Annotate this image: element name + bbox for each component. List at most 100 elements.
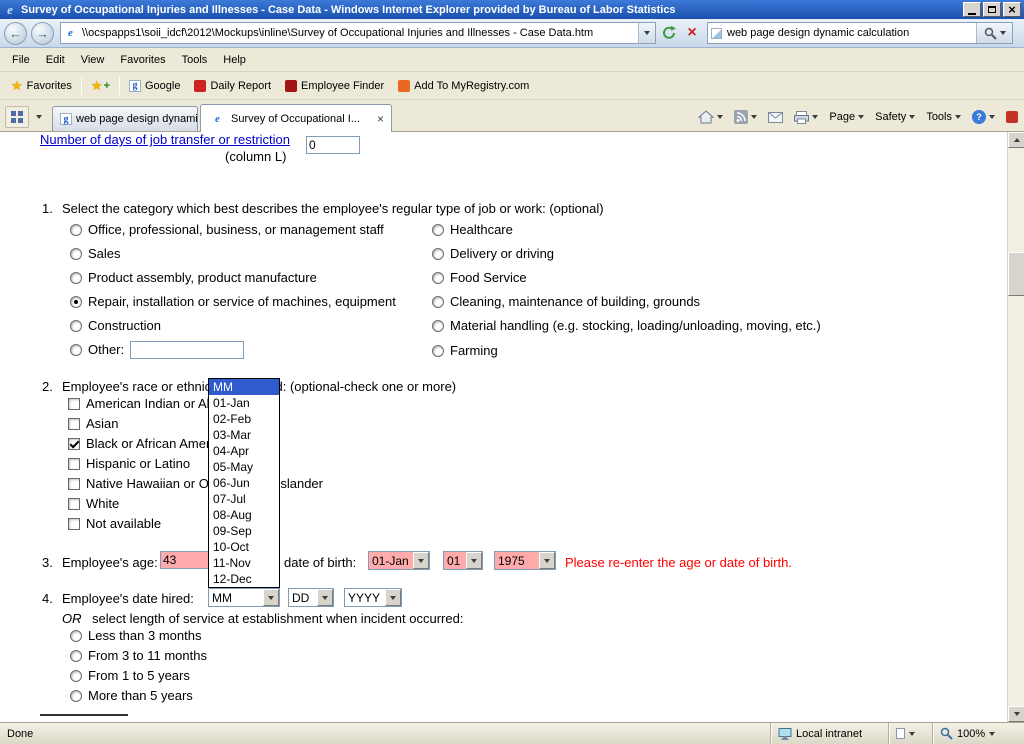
- scrollbar-thumb[interactable]: [1008, 252, 1024, 296]
- radio-option-farming[interactable]: Farming: [432, 343, 498, 358]
- radio-option-product-assembly[interactable]: Product assembly, product manufacture: [70, 270, 317, 285]
- address-input[interactable]: [80, 23, 638, 43]
- favorites-link-myregistry[interactable]: Add To MyRegistry.com: [391, 77, 536, 95]
- select-dropdown-button[interactable]: [385, 589, 401, 606]
- radio-option-cleaning[interactable]: Cleaning, maintenance of building, groun…: [432, 294, 700, 309]
- select-dropdown-button[interactable]: [539, 552, 555, 569]
- checkbox-option-not-available[interactable]: Not available: [68, 516, 161, 531]
- checkbox-option-native-hawaiian[interactable]: Native Hawaiian or Other Pacific Islande…: [68, 476, 323, 491]
- radio-option-healthcare[interactable]: Healthcare: [432, 222, 513, 237]
- minimize-button[interactable]: [963, 2, 981, 17]
- dob-year-select[interactable]: 1975: [494, 551, 556, 570]
- radio-button[interactable]: [432, 296, 444, 308]
- menu-help[interactable]: Help: [215, 51, 254, 69]
- search-box[interactable]: [707, 22, 1013, 44]
- favorites-button[interactable]: Favorites: [4, 77, 79, 95]
- radio-button[interactable]: [432, 224, 444, 236]
- radio-option-material-handling[interactable]: Material handling (e.g. stocking, loadin…: [432, 318, 821, 333]
- radio-option-less-3-months[interactable]: Less than 3 months: [70, 628, 201, 643]
- dropdown-item-oct[interactable]: 10-Oct: [209, 539, 279, 555]
- menu-tools[interactable]: Tools: [174, 51, 216, 69]
- select-dropdown-button[interactable]: [263, 589, 279, 606]
- checkbox[interactable]: [68, 418, 80, 430]
- zoom-control[interactable]: 100%: [932, 723, 1024, 744]
- feeds-button[interactable]: [730, 107, 761, 127]
- radio-option-other[interactable]: Other:: [70, 342, 124, 357]
- dropdown-item-jun[interactable]: 06-Jun: [209, 475, 279, 491]
- forward-button[interactable]: [31, 22, 54, 45]
- radio-option-1-to-5-years[interactable]: From 1 to 5 years: [70, 668, 190, 683]
- radio-button[interactable]: [70, 650, 82, 662]
- radio-button[interactable]: [432, 320, 444, 332]
- radio-option-office[interactable]: Office, professional, business, or manag…: [70, 222, 384, 237]
- radio-option-delivery[interactable]: Delivery or driving: [432, 246, 554, 261]
- checkbox[interactable]: [68, 498, 80, 510]
- radio-option-sales[interactable]: Sales: [70, 246, 121, 261]
- radio-button[interactable]: [70, 630, 82, 642]
- print-button[interactable]: [790, 108, 822, 127]
- checkbox[interactable]: [68, 518, 80, 530]
- radio-button[interactable]: [70, 248, 82, 260]
- dob-month-select[interactable]: 01-Jan: [368, 551, 430, 570]
- home-button[interactable]: [694, 107, 727, 127]
- radio-option-3-to-11-months[interactable]: From 3 to 11 months: [70, 648, 207, 663]
- checkbox[interactable]: [68, 458, 80, 470]
- security-zone-pane[interactable]: Local intranet: [770, 723, 888, 744]
- tab-close-icon[interactable]: [377, 114, 384, 124]
- dropdown-item-may[interactable]: 05-May: [209, 459, 279, 475]
- radio-option-repair-selected[interactable]: Repair, installation or service of machi…: [70, 294, 396, 309]
- address-dropdown-button[interactable]: [638, 23, 655, 43]
- search-button[interactable]: [976, 23, 1012, 43]
- dropdown-item-mar[interactable]: 03-Mar: [209, 427, 279, 443]
- job-transfer-input[interactable]: [306, 136, 360, 154]
- menu-view[interactable]: View: [73, 51, 113, 69]
- tools-menu-button[interactable]: Tools: [922, 108, 965, 126]
- help-menu-button[interactable]: [968, 107, 999, 127]
- radio-button[interactable]: [70, 320, 82, 332]
- menu-file[interactable]: File: [4, 51, 38, 69]
- stop-button[interactable]: [682, 23, 702, 43]
- other-input[interactable]: [130, 341, 244, 359]
- scroll-up-button[interactable]: [1008, 132, 1024, 148]
- tab-web-page-design[interactable]: web page design dynamic ca...: [52, 106, 198, 131]
- page-menu-button[interactable]: Page: [825, 108, 868, 126]
- dropdown-item-apr[interactable]: 04-Apr: [209, 443, 279, 459]
- address-bar[interactable]: [60, 22, 656, 44]
- checkbox-option-hispanic[interactable]: Hispanic or Latino: [68, 456, 190, 471]
- radio-button[interactable]: [432, 272, 444, 284]
- tab-list-button[interactable]: [32, 106, 46, 128]
- restore-button[interactable]: [983, 2, 1001, 17]
- menu-edit[interactable]: Edit: [38, 51, 73, 69]
- radio-button[interactable]: [432, 345, 444, 357]
- refresh-button[interactable]: [659, 23, 679, 43]
- job-transfer-link[interactable]: Number of days of job transfer or restri…: [40, 132, 290, 147]
- select-dropdown-button[interactable]: [317, 589, 333, 606]
- favorites-link-google[interactable]: Google: [122, 77, 187, 95]
- safety-menu-button[interactable]: Safety: [871, 108, 919, 126]
- dropdown-item-feb[interactable]: 02-Feb: [209, 411, 279, 427]
- back-button[interactable]: [4, 22, 27, 45]
- dob-day-select[interactable]: 01: [443, 551, 483, 570]
- dropdown-item-jul[interactable]: 07-Jul: [209, 491, 279, 507]
- search-input[interactable]: [725, 23, 976, 43]
- status-secondary-pane[interactable]: [888, 723, 932, 744]
- extra-toolbar-button[interactable]: [1002, 108, 1022, 126]
- read-mail-button[interactable]: [764, 109, 787, 126]
- menu-favorites[interactable]: Favorites: [112, 51, 173, 69]
- select-dropdown-button[interactable]: [466, 552, 482, 569]
- dropdown-item-sep[interactable]: 09-Sep: [209, 523, 279, 539]
- vertical-scrollbar[interactable]: [1007, 132, 1024, 722]
- checkbox[interactable]: [68, 478, 80, 490]
- hired-day-select[interactable]: DD: [288, 588, 334, 607]
- radio-button[interactable]: [70, 224, 82, 236]
- radio-button[interactable]: [432, 248, 444, 260]
- dropdown-item-jan[interactable]: 01-Jan: [209, 395, 279, 411]
- add-to-favorites-bar-button[interactable]: [84, 77, 117, 95]
- radio-button-checked[interactable]: [70, 296, 82, 308]
- dropdown-item-nov[interactable]: 11-Nov: [209, 555, 279, 571]
- close-button[interactable]: [1003, 2, 1021, 17]
- radio-button[interactable]: [70, 272, 82, 284]
- radio-button[interactable]: [70, 670, 82, 682]
- hired-month-select-open[interactable]: MM: [208, 588, 280, 607]
- radio-option-more-5-years[interactable]: More than 5 years: [70, 688, 193, 703]
